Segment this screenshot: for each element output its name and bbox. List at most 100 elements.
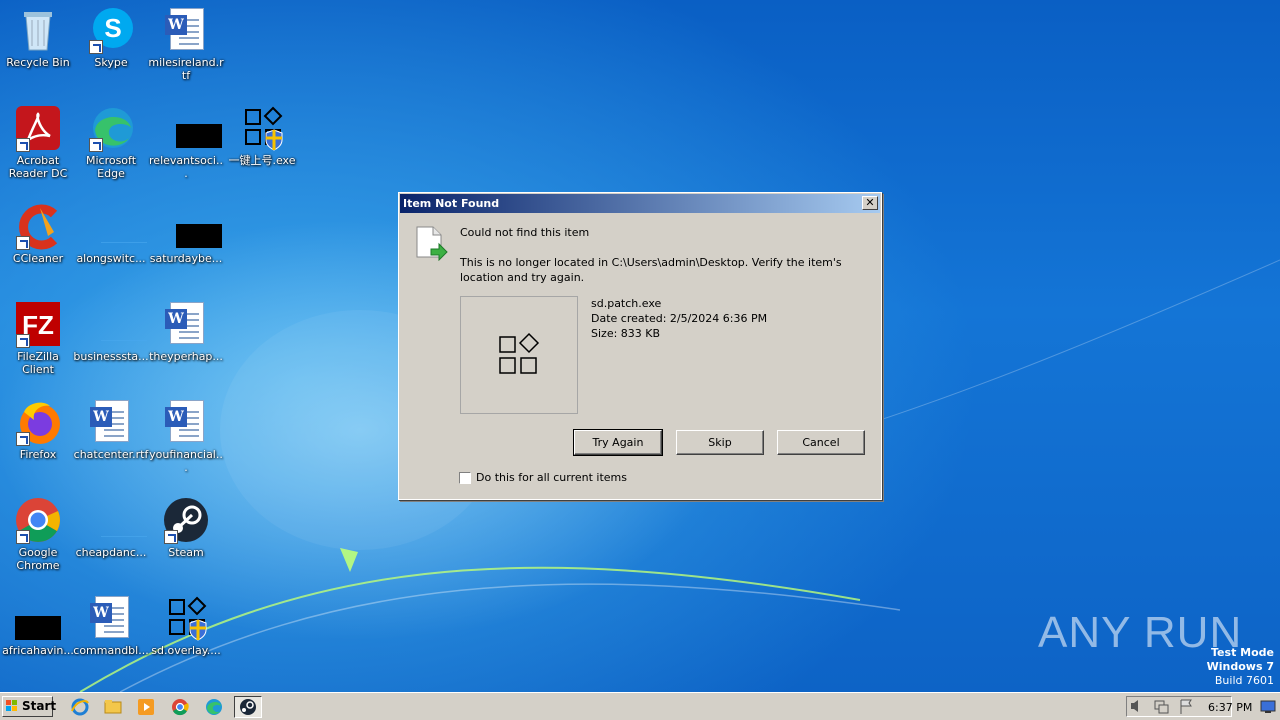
desktop-icon-ccleaner[interactable]: CCleaner — [0, 202, 76, 265]
desktop-icon-chatcenter[interactable]: W chatcenter.rtf — [73, 398, 149, 461]
word-document-icon: W — [87, 398, 135, 446]
shortcut-arrow-icon — [16, 334, 30, 348]
desktop-icon-milesireland[interactable]: W milesireland.rtf — [148, 6, 224, 82]
desktop-icon-label: Recycle Bin — [6, 56, 70, 69]
item-not-found-dialog: Item Not Found ✕ Could not find this ite… — [398, 192, 882, 500]
apply-all-label[interactable]: Do this for all current items — [476, 470, 627, 485]
word-document-icon: W — [162, 398, 210, 446]
redacted-file-icon — [14, 594, 62, 642]
exe-shield-icon — [162, 594, 210, 642]
word-document-icon: W — [87, 594, 135, 642]
redacted-file-icon — [162, 202, 222, 250]
start-label: Start — [22, 699, 57, 713]
file-move-icon — [415, 225, 449, 262]
desktop-icon-firefox[interactable]: Firefox — [0, 398, 76, 461]
apply-all-checkbox[interactable] — [459, 472, 471, 484]
file-thumbnail — [460, 296, 578, 414]
desktop-icon-africahavin[interactable]: africahavin... — [0, 594, 76, 657]
show-desktop-button[interactable] — [1260, 700, 1276, 714]
volume-icon — [1131, 700, 1138, 712]
shortcut-arrow-icon — [164, 530, 178, 544]
close-button[interactable]: ✕ — [862, 196, 878, 210]
shortcut-arrow-icon — [16, 432, 30, 446]
desktop: Recycle Bin S Skype W milesireland.rtf A… — [0, 0, 1280, 692]
desktop-icon-youfinancial[interactable]: W youfinancial... — [148, 398, 224, 474]
desktop-icon-chrome[interactable]: Google Chrome — [0, 496, 76, 572]
file-name: sd.patch.exe — [591, 297, 662, 310]
file-explorer-icon[interactable] — [103, 697, 123, 717]
taskbar-clock[interactable]: 6:37 PM — [1208, 701, 1252, 714]
desktop-icon-sd-overlay[interactable]: sd.overlay.... — [148, 594, 224, 657]
desktop-icon-label: saturdaybe... — [149, 252, 223, 265]
shortcut-arrow-icon — [16, 236, 30, 250]
desktop-icon-edge[interactable]: Microsoft Edge — [73, 104, 149, 180]
exe-shield-icon — [238, 104, 286, 152]
dialog-message-line1: This is no longer located in C:\Users\ad… — [460, 256, 842, 269]
desktop-icon-label: youfinancial... — [149, 448, 223, 474]
desktop-icon-yijianshanghao[interactable]: 一键上号.exe — [224, 104, 300, 167]
network-icon — [1158, 704, 1169, 714]
desktop-icon-recycle-bin[interactable]: Recycle Bin — [0, 6, 76, 69]
desktop-icon-label: FileZilla Client — [17, 350, 59, 376]
desktop-icon-label: cheapdanc... — [75, 546, 147, 559]
desktop-icon-businesssta[interactable]: businesssta... — [73, 300, 149, 363]
shortcut-arrow-icon — [89, 40, 103, 54]
word-document-icon: W — [162, 6, 210, 54]
file-size: Size: 833 KB — [591, 327, 661, 340]
chrome-icon — [14, 496, 62, 544]
firefox-icon — [14, 398, 62, 446]
filezilla-icon: FZ — [14, 300, 62, 348]
dialog-message-line2: location and try again. — [460, 271, 585, 284]
desktop-icon-saturdaybe[interactable]: saturdaybe... — [148, 202, 224, 265]
shortcut-arrow-icon — [16, 138, 30, 152]
start-button[interactable]: Start — [2, 696, 57, 717]
desktop-icon-filezilla[interactable]: FZ FileZilla Client — [0, 300, 76, 376]
skip-button[interactable]: Skip — [676, 430, 764, 455]
steam-taskbar-button[interactable] — [234, 696, 262, 718]
desktop-icon-label: chatcenter.rtf — [73, 448, 149, 461]
desktop-icon-label: Steam — [168, 546, 204, 559]
desktop-icon-label: CCleaner — [12, 252, 64, 265]
recycle-bin-icon — [14, 6, 62, 54]
desktop-icon-label: Google Chrome — [16, 546, 60, 572]
cancel-button[interactable]: Cancel — [777, 430, 865, 455]
desktop-icon-theyperhap[interactable]: W theyperhap... — [148, 300, 224, 363]
desktop-icon-label: 一键上号.exe — [228, 154, 296, 167]
skype-icon: S — [87, 6, 135, 54]
desktop-icon-skype[interactable]: S Skype — [73, 6, 149, 69]
shortcut-arrow-icon — [89, 138, 103, 152]
redacted-file-icon — [162, 104, 222, 152]
flag-icon — [1180, 699, 1192, 714]
media-player-icon[interactable] — [136, 697, 156, 717]
exe-file-icon — [499, 332, 540, 374]
try-again-button[interactable]: Try Again — [573, 429, 663, 456]
desktop-icon-label: Microsoft Edge — [85, 154, 137, 180]
desktop-icon-commandbl[interactable]: W commandbl... — [73, 594, 149, 657]
desktop-icon-steam[interactable]: Steam — [148, 496, 224, 559]
test-mode-watermark: Test Mode Windows 7 Build 7601 — [1207, 646, 1274, 688]
dialog-titlebar[interactable]: Item Not Found ✕ — [400, 194, 880, 213]
chrome-icon[interactable] — [170, 697, 190, 717]
shortcut-arrow-icon — [16, 530, 30, 544]
watermark-line: Build 7601 — [1214, 674, 1274, 687]
edge-icon — [87, 104, 135, 152]
desktop-icon-label: sd.overlay.... — [151, 644, 221, 657]
word-document-icon: W — [162, 300, 210, 348]
desktop-icon-cheapdanc[interactable]: cheapdanc... — [73, 496, 149, 559]
desktop-icon-label: Firefox — [19, 448, 57, 461]
internet-explorer-icon[interactable] — [70, 697, 90, 717]
desktop-icon-relevantsoci[interactable]: relevantsoci... — [148, 104, 224, 180]
desktop-icon-label: businesssta... — [73, 350, 149, 363]
desktop-icon-acrobat[interactable]: Acrobat Reader DC — [0, 104, 76, 180]
steam-icon — [240, 699, 256, 715]
watermark-line: Windows 7 — [1206, 660, 1274, 673]
desktop-icon-label: alongswitc... — [76, 252, 146, 265]
blank-file-icon — [87, 496, 147, 544]
taskbar: Start 6:37 PM — [0, 692, 1280, 720]
steam-icon — [162, 496, 210, 544]
watermark-line: Test Mode — [1211, 646, 1274, 659]
svg-text:S: S — [104, 13, 121, 43]
desktop-icon-alongswitc[interactable]: alongswitc... — [73, 202, 149, 265]
windows-flag-icon — [6, 700, 17, 711]
edge-icon[interactable] — [204, 697, 224, 717]
